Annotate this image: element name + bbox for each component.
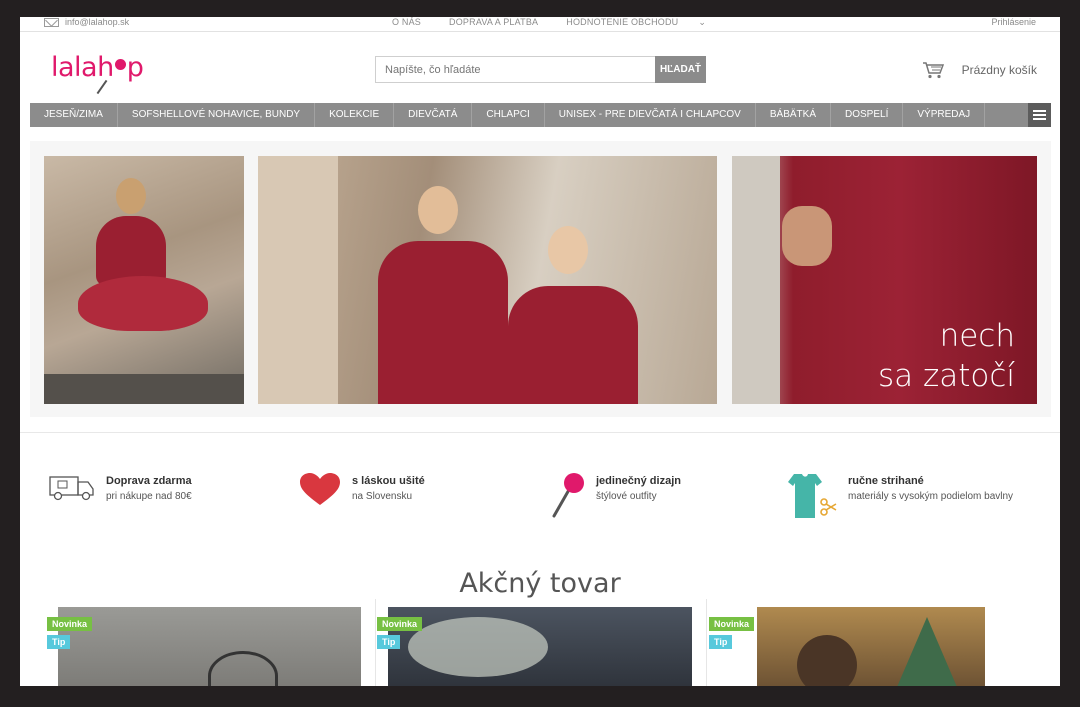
- hero-caption-line2: sa zatočí: [877, 358, 1015, 394]
- feature-hand-cut: ručne strihané materiály s vysokým podie…: [786, 472, 1013, 520]
- badge-tip: Tip: [47, 635, 71, 649]
- top-link-reviews[interactable]: HODNOTENIE OBCHODU: [566, 17, 678, 28]
- heart-icon: [300, 473, 340, 505]
- cart-label: Prázdny košík: [961, 63, 1037, 77]
- cart[interactable]: Prázdny košík: [922, 61, 1037, 79]
- badge-tip: Tip: [709, 635, 733, 649]
- logo-text-c: p: [126, 52, 144, 83]
- tshirt-scissors-icon: [788, 474, 837, 518]
- lollipop-icon: [552, 473, 584, 518]
- features-strip: Doprava zdarma pri nákupe nad 80€ s lásk…: [48, 472, 1048, 522]
- hamburger-menu-icon[interactable]: [1028, 103, 1051, 127]
- nav-item-autumn-winter[interactable]: JESEŇ/ZIMA: [30, 103, 118, 127]
- email-text: info@lalahop.sk: [65, 17, 130, 27]
- top-link-about[interactable]: O NÁS: [392, 17, 421, 28]
- feature-free-shipping: Doprava zdarma pri nákupe nad 80€: [48, 472, 192, 502]
- nav-item-sale[interactable]: VÝPREDAJ: [903, 103, 986, 127]
- nav-item-softshell[interactable]: SOFSHELLOVÉ NOHAVICE, BUNDY: [118, 103, 316, 127]
- envelope-icon: [44, 17, 59, 27]
- nav-item-babies[interactable]: BÁBÄTKÁ: [756, 103, 831, 127]
- nav-item-collections[interactable]: KOLEKCIE: [315, 103, 395, 127]
- feature-subtitle: štýlové outfity: [596, 491, 657, 502]
- hero-image-two-girls[interactable]: [258, 156, 717, 404]
- nav-item-adults[interactable]: DOSPELÍ: [831, 103, 904, 127]
- nav-item-boys[interactable]: CHLAPCI: [472, 103, 545, 127]
- search-button[interactable]: HĽADAŤ: [655, 56, 706, 83]
- chevron-down-icon[interactable]: ⌄: [698, 17, 706, 28]
- feature-unique-design: jedinečný dizajn štýlové outfity: [550, 472, 681, 518]
- badge-new: Novinka: [709, 617, 755, 631]
- login-link[interactable]: Prihlásenie: [991, 17, 1036, 27]
- hero-caption: nech sa zatočí: [878, 316, 1015, 396]
- contact-email[interactable]: info@lalahop.sk: [44, 17, 129, 27]
- section-title: Akčný tovar: [459, 568, 621, 599]
- top-bar: info@lalahop.sk O NÁS DOPRAVA A PLATBA H…: [20, 17, 1060, 32]
- divider: [20, 432, 1060, 433]
- search-input[interactable]: [375, 56, 655, 83]
- product-card-image[interactable]: [757, 607, 985, 686]
- feature-subtitle: materiály s vysokým podielom bavlny: [848, 491, 1014, 502]
- logo-text-a: lala: [51, 52, 98, 83]
- feature-subtitle: pri nákupe nad 80€: [106, 491, 192, 502]
- badge-tip: Tip: [377, 635, 401, 649]
- top-link-shipping[interactable]: DOPRAVA A PLATBA: [449, 17, 538, 28]
- feature-subtitle: na Slovensku: [352, 491, 413, 502]
- page: info@lalahop.sk O NÁS DOPRAVA A PLATBA H…: [20, 17, 1060, 686]
- feature-handmade: s láskou ušité na Slovensku: [298, 472, 425, 506]
- badge-new: Novinka: [377, 617, 423, 631]
- main-nav: JESEŇ/ZIMA SOFSHELLOVÉ NOHAVICE, BUNDY K…: [30, 103, 1051, 127]
- logo[interactable]: lala h p: [51, 52, 144, 95]
- lollipop-logo-icon: [114, 59, 126, 70]
- top-links: O NÁS DOPRAVA A PLATBA HODNOTENIE OBCHOD…: [392, 17, 706, 28]
- hero-image-girl-twirling[interactable]: [44, 156, 244, 404]
- nav-item-unisex[interactable]: UNISEX - PRE DIEVČATÁ I CHLAPCOV: [545, 103, 756, 127]
- feature-title: ručne strihané: [848, 475, 924, 487]
- hero-caption-line1: nech: [939, 318, 1015, 354]
- product-divider: [375, 599, 376, 686]
- product-card-image[interactable]: [388, 607, 692, 686]
- feature-title: s láskou ušité: [352, 475, 425, 487]
- logo-text-b: h: [97, 52, 114, 83]
- feature-title: Doprava zdarma: [106, 475, 192, 487]
- hero-image-skirt-detail[interactable]: nech sa zatočí: [732, 156, 1037, 404]
- search-bar: HĽADAŤ: [375, 56, 706, 83]
- product-divider: [706, 599, 707, 686]
- hero-banner: nech sa zatočí: [30, 141, 1051, 417]
- cart-icon: [922, 62, 944, 79]
- nav-item-girls[interactable]: DIEVČATÁ: [394, 103, 473, 127]
- product-card-image[interactable]: [58, 607, 361, 686]
- feature-title: jedinečný dizajn: [596, 475, 681, 487]
- badge-new: Novinka: [47, 617, 93, 631]
- delivery-truck-icon: [49, 476, 94, 501]
